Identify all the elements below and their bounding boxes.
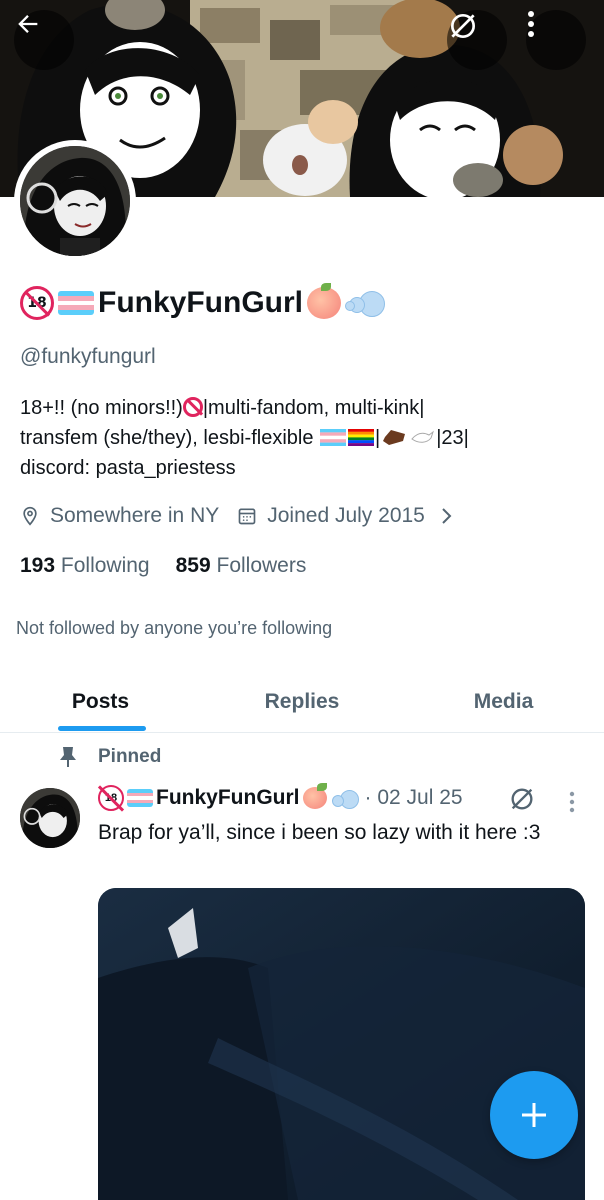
tab-posts[interactable]: Posts [0, 672, 201, 731]
prohibited-icon [182, 397, 203, 417]
tab-label: Replies [264, 689, 340, 713]
following-count: 193 [20, 554, 56, 577]
plus-icon [522, 1103, 546, 1127]
bio-line2b: | [375, 427, 381, 449]
grok-icon [451, 14, 475, 38]
no-minors-badge: 18 [20, 286, 54, 320]
arrow-left-icon [18, 15, 38, 33]
followers-label: Followers [216, 554, 307, 577]
followers-link[interactable]: 859 Followers [176, 554, 307, 578]
pinned-label: Pinned [98, 746, 162, 767]
dash-puff-icon [330, 788, 359, 809]
bio-line3: discord: pasta_priestess [20, 457, 236, 479]
avatar-image [20, 146, 130, 256]
active-tab-indicator [58, 726, 146, 731]
display-name-row: 18 FunkyFunGurl [20, 283, 385, 320]
bio-line2: transfem (she/they), lesbi-flexible [20, 427, 314, 449]
bio-line2c: |23| [436, 427, 469, 449]
coffin-icon [383, 430, 406, 445]
joined-text: Joined July 2015 [267, 504, 425, 527]
tab-label: Media [473, 689, 534, 713]
tab-media[interactable]: Media [403, 672, 604, 731]
display-name: FunkyFunGurl [98, 286, 303, 319]
trans-flag-icon [127, 789, 153, 807]
chevron-right-icon[interactable] [439, 506, 455, 526]
post-avatar[interactable] [20, 788, 80, 848]
post-header: 18 FunkyFunGurl · 02 Jul 25 [98, 783, 463, 811]
more-vertical-icon[interactable] [568, 790, 576, 814]
back-button[interactable] [14, 10, 74, 70]
peach-icon [307, 283, 341, 319]
post-text: Brap for ya’ll, since i been so lazy wit… [98, 821, 541, 844]
trans-flag-icon [58, 291, 94, 315]
post-date[interactable]: · 02 Jul 25 [365, 786, 463, 810]
following-label: Following [60, 554, 150, 577]
location-pin-icon [23, 506, 37, 526]
following-link[interactable]: 193 Following [20, 554, 150, 578]
not-followed-note: Not followed by anyone you’re following [16, 618, 333, 638]
profile-bio: 18+!! (no minors!!) |multi-fandom, multi-… [20, 393, 590, 483]
more-vertical-icon [528, 11, 534, 37]
profile-tabs: Posts Replies Media [0, 672, 604, 733]
profile-meta: Somewhere in NY Joined July 2015 [20, 504, 455, 528]
dove-icon [411, 430, 435, 443]
bio-line1: 18+!! (no minors!!) [20, 397, 183, 419]
location-text: Somewhere in NY [50, 504, 220, 527]
peach-icon [302, 783, 327, 809]
compose-button[interactable] [490, 1071, 578, 1159]
dash-puff-icon [345, 289, 385, 317]
rainbow-flag-icon [348, 429, 375, 446]
grok-button[interactable] [447, 10, 507, 70]
grok-icon[interactable] [508, 785, 536, 813]
profile-handle: @funkyfungurl [20, 345, 156, 368]
pin-icon [60, 747, 76, 767]
tab-label: Posts [71, 689, 130, 713]
trans-flag-icon [320, 429, 347, 446]
profile-avatar[interactable] [14, 140, 136, 262]
no-minors-badge: 18 [98, 785, 124, 811]
bio-line1b: |multi-fandom, multi-kink| [202, 397, 425, 419]
followers-count: 859 [175, 554, 211, 577]
calendar-icon [238, 508, 256, 525]
pinned-indicator: Pinned [58, 746, 161, 768]
post-author-name[interactable]: FunkyFunGurl [156, 786, 300, 810]
more-button[interactable] [526, 10, 586, 70]
follow-stats: 193 Following 859 Followers [20, 554, 306, 578]
tab-replies[interactable]: Replies [201, 672, 403, 731]
